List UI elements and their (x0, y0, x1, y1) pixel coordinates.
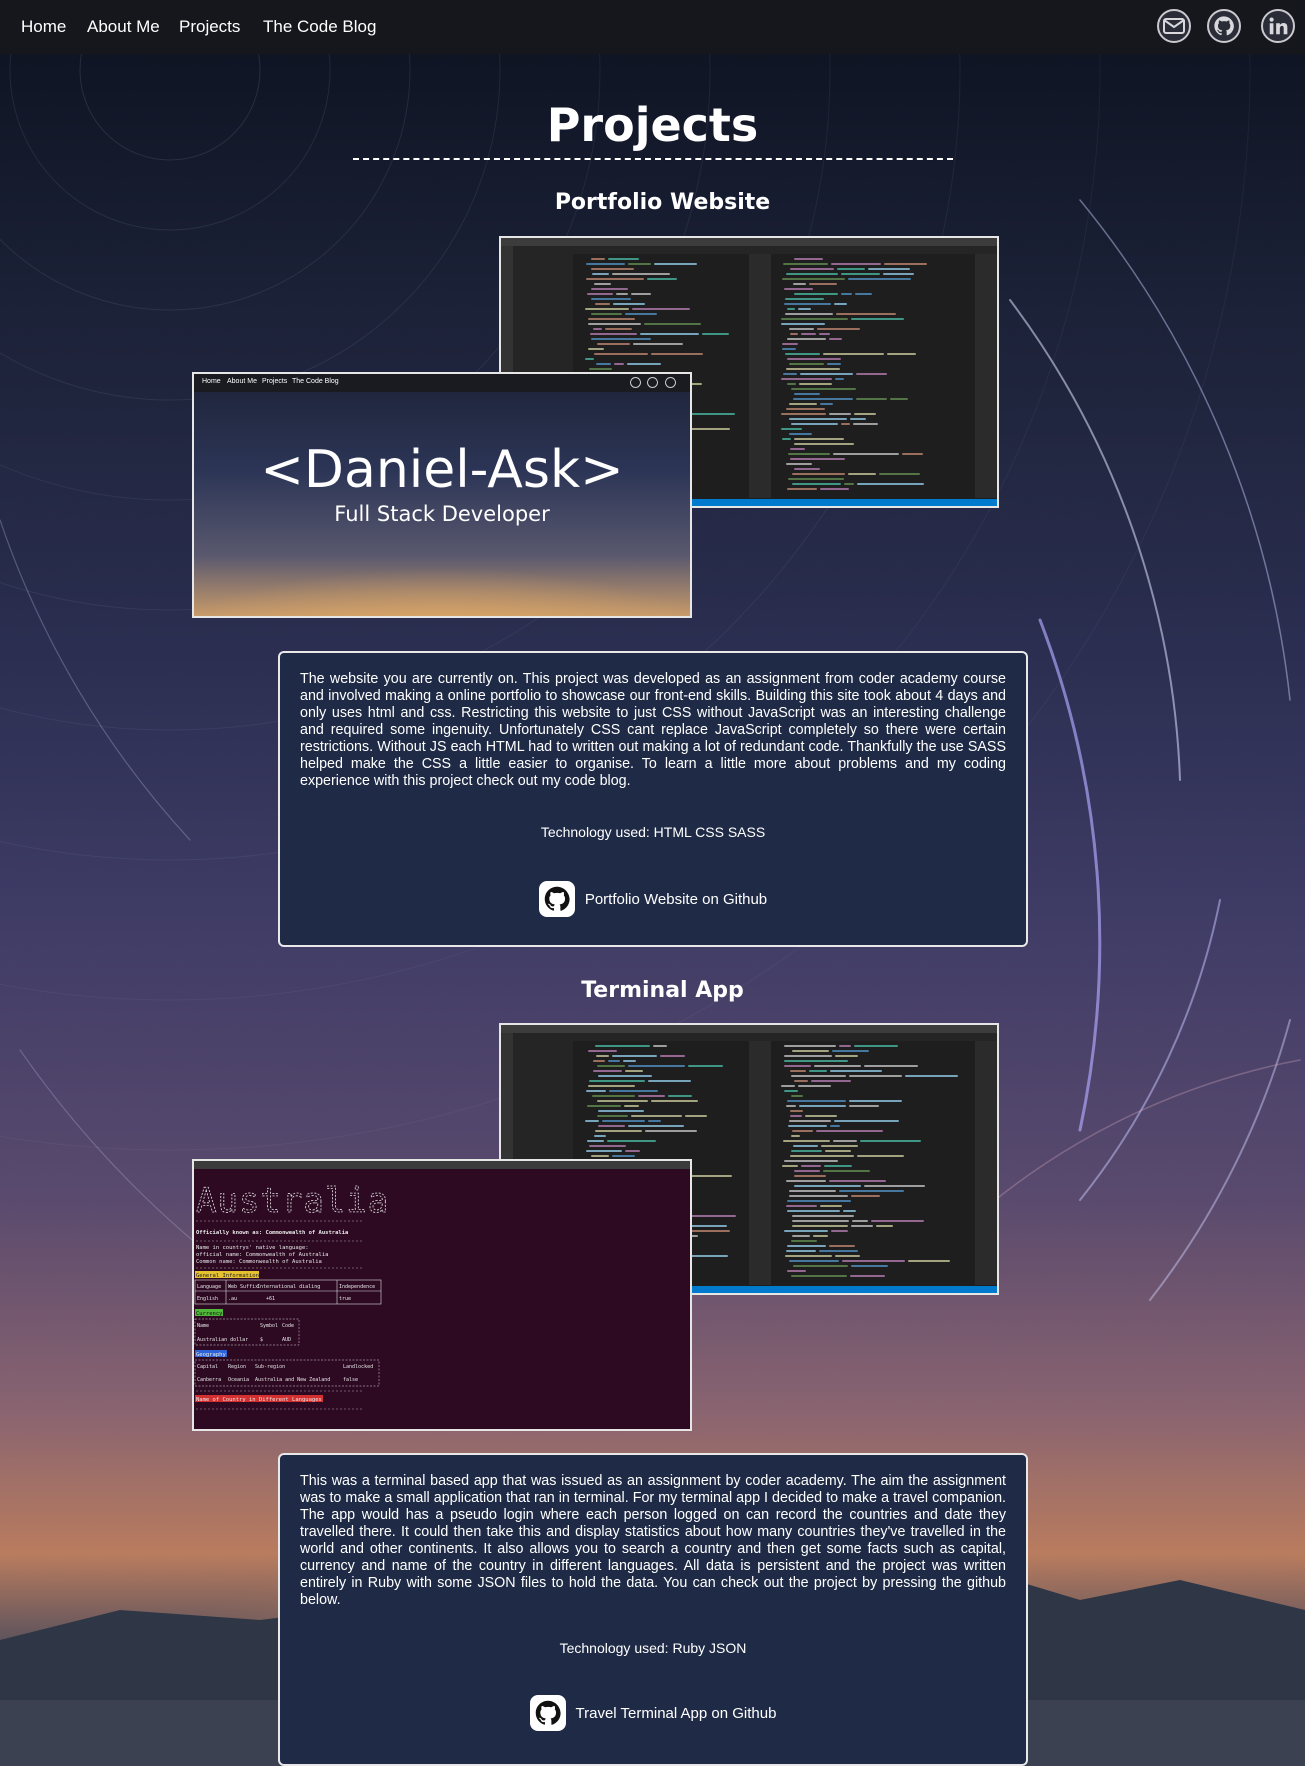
shot-hero-subtitle: Full Stack Developer (334, 502, 550, 526)
terminal-section-label: Currency (196, 1311, 223, 1317)
top-navbar: Home About Me Projects The Code Blog (0, 0, 1305, 54)
mail-icon[interactable] (1157, 9, 1191, 43)
portfolio-site-screenshot: Home About Me Projects The Code Blog <Da… (192, 372, 692, 618)
terminal-description-card: This was a terminal based app that was i… (278, 1453, 1028, 1766)
github-icon (529, 1695, 566, 1731)
shot-nav-about: About Me (227, 378, 257, 385)
terminal-section-label: Geography (196, 1352, 226, 1358)
terminal-cell: Region (228, 1364, 246, 1370)
shot-nav-home: Home (202, 378, 221, 385)
terminal-cell: Australia and New Zealand (255, 1377, 330, 1383)
terminal-section-label: Name of Country in Different Languages (196, 1397, 322, 1403)
terminal-cell: Canberra (197, 1377, 221, 1383)
terminal-cell: International dialing (257, 1284, 320, 1290)
terminal-cell: Name (197, 1323, 209, 1329)
nav-about-me-link[interactable]: About Me (87, 17, 160, 37)
terminal-cell: Web Suffix (228, 1284, 258, 1290)
terminal-cell: Independence (339, 1284, 375, 1290)
shot-nav-blog: The Code Blog (292, 378, 339, 385)
terminal-cell: Oceania (228, 1377, 249, 1383)
github-icon (538, 881, 575, 917)
terminal-app-screenshot: Australia Officially known as: Commonwea… (192, 1159, 692, 1431)
project-title-portfolio: Portfolio Website (554, 190, 771, 215)
terminal-line: Name in countrys' native language: (196, 1245, 309, 1251)
terminal-cell: Capital (197, 1364, 218, 1370)
terminal-cell: Code (282, 1323, 294, 1329)
terminal-cell: English (197, 1296, 218, 1302)
project-title-terminal: Terminal App (581, 978, 744, 1003)
page-title: Projects (546, 98, 759, 152)
terminal-cell: .au (228, 1296, 237, 1302)
terminal-cell: +61 (266, 1296, 275, 1302)
terminal-line: Officially known as: Commonwealth of Aus… (196, 1230, 348, 1236)
terminal-line: official name: Commonwealth of Australia (196, 1252, 328, 1258)
terminal-section-label: General Information (196, 1273, 259, 1279)
nav-home-link[interactable]: Home (21, 17, 66, 37)
portfolio-github-link[interactable]: Portfolio Website on Github (280, 881, 1026, 917)
nav-projects-link[interactable]: Projects (179, 17, 240, 37)
terminal-cell: Australian dollar (197, 1337, 248, 1343)
terminal-cell: AUD (282, 1337, 291, 1343)
terminal-banner: Australia (196, 1181, 389, 1221)
nav-code-blog-link[interactable]: The Code Blog (263, 17, 376, 37)
terminal-cell: true (339, 1296, 351, 1302)
terminal-github-label: Travel Terminal App on Github (575, 1704, 777, 1722)
shot-github-icon (647, 377, 658, 388)
linkedin-icon[interactable] (1261, 9, 1295, 43)
title-divider (353, 158, 953, 160)
terminal-github-link[interactable]: Travel Terminal App on Github (280, 1695, 1026, 1731)
terminal-cell: Sub-region (255, 1364, 285, 1370)
shot-mail-icon (630, 377, 641, 388)
github-icon[interactable] (1207, 9, 1241, 43)
terminal-cell: false (343, 1377, 358, 1383)
portfolio-github-label: Portfolio Website on Github (584, 890, 768, 908)
portfolio-description-card: The website you are currently on. This p… (278, 651, 1028, 947)
shot-hero-name: <Daniel-Ask> (260, 440, 624, 500)
portfolio-description: The website you are currently on. This p… (300, 671, 1006, 789)
terminal-cell: $ (260, 1337, 263, 1343)
shot-nav-projects: Projects (262, 378, 288, 385)
terminal-technology: Technology used: Ruby JSON (559, 1640, 747, 1656)
shot-linkedin-icon (665, 377, 676, 388)
terminal-cell: Landlocked (343, 1364, 373, 1370)
terminal-description: This was a terminal based app that was i… (300, 1473, 1006, 1608)
terminal-line: Common name: Commonwealth of Australia (196, 1259, 322, 1265)
portfolio-technology: Technology used: HTML CSS SASS (540, 824, 766, 840)
terminal-cell: Symbol (260, 1323, 278, 1329)
terminal-output: Australia Officially known as: Commonwea… (194, 1181, 389, 1410)
terminal-cell: Language (197, 1284, 221, 1290)
